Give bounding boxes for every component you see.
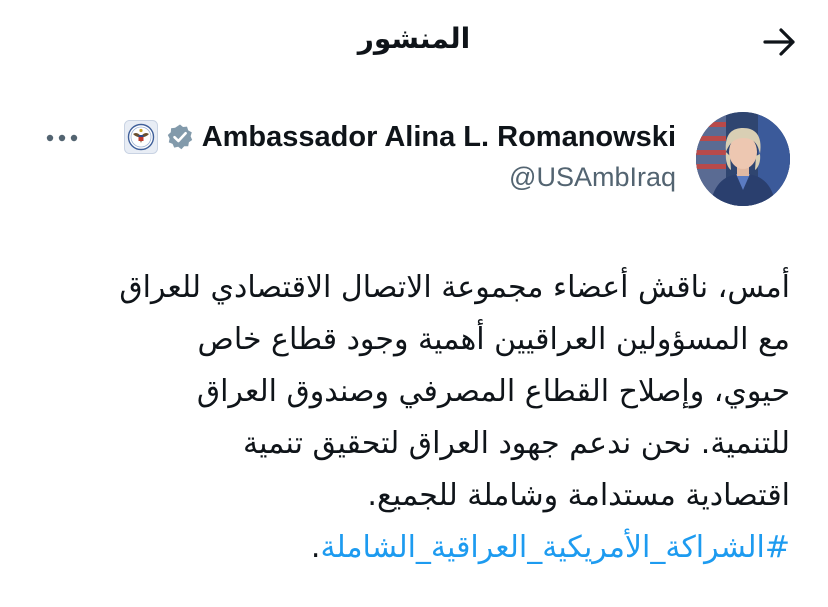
more-horizontal-icon	[46, 134, 78, 142]
avatar[interactable]	[696, 112, 790, 206]
tweet-line: أمس، ناقش أعضاء مجموعة الاتصال الاقتصادي…	[119, 270, 790, 305]
hashtag-link[interactable]: #الشراكة_الأمريكية_العراقية_الشاملة	[320, 530, 790, 565]
profile-photo	[696, 112, 790, 206]
more-options-button[interactable]	[42, 126, 82, 150]
back-button[interactable]	[760, 22, 800, 62]
hashtag-line: #الشراكة_الأمريكية_العراقية_الشاملة.	[48, 522, 790, 574]
author-name[interactable]: Ambassador Alina L. Romanowski	[202, 121, 676, 154]
tweet-line: اقتصادية مستدامة وشاملة للجميع.	[367, 478, 790, 513]
tweet-line: مع المسؤولين العراقيين أهمية وجود قطاع خ…	[197, 322, 790, 357]
tweet-text: أمس، ناقش أعضاء مجموعة الاتصال الاقتصادي…	[48, 262, 790, 574]
verified-badge-icon[interactable]	[166, 123, 194, 151]
author-row: Ambassador Alina L. Romanowski @USAmbIra…	[38, 110, 790, 210]
us-state-department-seal-icon	[123, 120, 158, 154]
arrow-right-icon	[763, 28, 795, 56]
tweet-line: للتنمية. نحن ندعم جهود العراق لتحقيق تنم…	[243, 426, 790, 461]
author-info: Ambassador Alina L. Romanowski @USAmbIra…	[123, 120, 676, 193]
author-handle[interactable]: @USAmbIraq	[124, 162, 676, 193]
page-title: المنشور	[357, 22, 471, 55]
tweet-line: حيوي، وإصلاح القطاع المصرفي وصندوق العرا…	[196, 374, 790, 409]
header: المنشور	[0, 0, 828, 88]
